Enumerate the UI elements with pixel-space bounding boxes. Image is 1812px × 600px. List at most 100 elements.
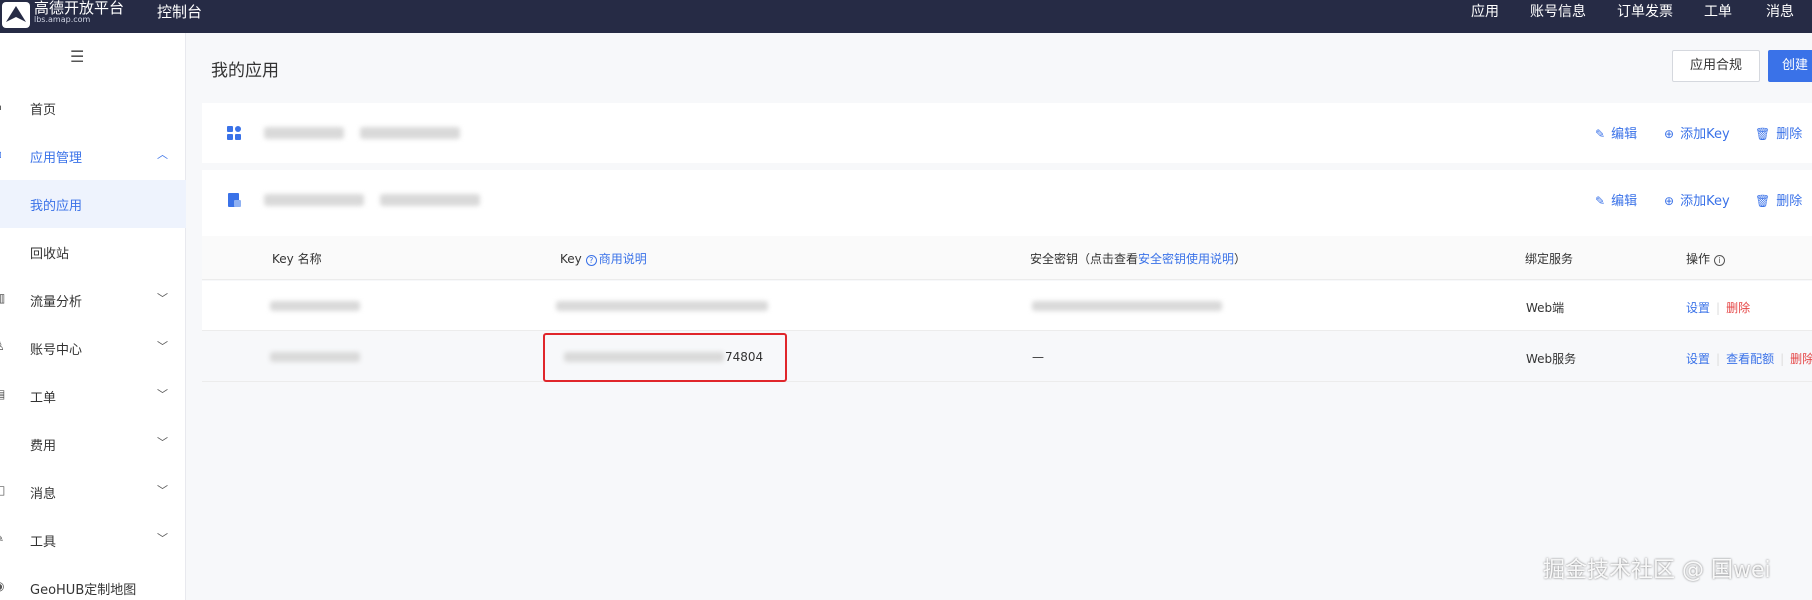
sidebar-item-account-center[interactable]: ♙ 账号中心 ﹀ (0, 324, 186, 372)
app-icon: ▫ (0, 147, 6, 161)
col-secret: 安全密钥（点击查看安全密钥使用说明） (1030, 250, 1246, 267)
redacted-app-type (360, 127, 460, 139)
sidebar-item-label: 消息 (30, 487, 57, 502)
sidebar-item-tools[interactable]: ✎ 工具 ﹀ (0, 516, 186, 564)
apps-grid-icon (226, 125, 242, 141)
col-secret-suffix: ） (1234, 252, 1247, 266)
chart-icon: ▥ (0, 291, 6, 305)
app-card: ✎ 编辑 ⊕ 添加Key 🗑 删除 (202, 170, 1812, 236)
help-icon: ? (585, 255, 597, 266)
app-doc-icon (226, 192, 242, 208)
sidebar-item-tickets[interactable]: ▤ 工单 ﹀ (0, 372, 186, 420)
sidebar-item-traffic-analysis[interactable]: ▥ 流量分析 ﹀ (0, 276, 186, 324)
redacted-app-type (380, 194, 480, 206)
redacted-key-name (270, 301, 360, 311)
add-circle-icon: ⊕ (1664, 194, 1675, 208)
fee-icon: ▯ (0, 435, 6, 449)
info-icon: i (1714, 255, 1726, 266)
delete-key-link[interactable]: 删除 (1790, 352, 1812, 366)
tool-icon: ✎ (0, 531, 6, 545)
edit-icon: ✎ (1595, 127, 1606, 141)
col-key-name: Key 名称 (272, 252, 322, 266)
redacted-secret (1032, 301, 1222, 311)
sidebar-item-messages[interactable]: ◫ 消息 ﹀ (0, 468, 186, 516)
edit-app-button[interactable]: ✎ 编辑 (1595, 190, 1637, 209)
amap-logo[interactable]: 高德开放平台 lbs.amap.com (0, 0, 130, 33)
chevron-up-icon: ︿ (157, 148, 168, 161)
settings-link[interactable]: 设置 (1686, 301, 1710, 315)
add-key-label: 添加Key (1680, 194, 1730, 209)
col-secret-label: 安全密钥（点击查看 (1030, 252, 1139, 266)
console-link[interactable]: 控制台 (157, 1, 202, 22)
chevron-down-icon: ﹀ (157, 436, 168, 449)
edit-app-button[interactable]: ✎ 编辑 (1595, 123, 1637, 142)
add-circle-icon: ⊕ (1664, 127, 1675, 141)
sidebar-item-label: 工具 (30, 535, 57, 550)
separator: | (1716, 301, 1721, 315)
top-navigation-bar: 高德开放平台 lbs.amap.com 控制台 应用 账号信息 订单发票 工单 … (0, 0, 1812, 33)
edit-label: 编辑 (1611, 194, 1638, 209)
bound-service: Web端 (1526, 301, 1565, 315)
redacted-key-name (270, 352, 360, 362)
edit-icon: ✎ (1595, 194, 1606, 208)
sidebar-subitem-recycle-bin[interactable]: 回收站 (0, 228, 186, 276)
watermark: 掘金技术社区 @ 国wei (1543, 558, 1771, 583)
sidebar-item-geohub[interactable]: ◉ GeoHUB定制地图 (0, 564, 186, 600)
view-quota-link[interactable]: 查看配额 (1726, 352, 1774, 366)
sidebar-item-label: 应用管理 (30, 151, 83, 166)
delete-app-button[interactable]: 🗑 删除 (1755, 123, 1802, 142)
sidebar-item-label: 我的应用 (30, 199, 83, 214)
secret-empty: — (1032, 350, 1044, 364)
message-icon: ◫ (0, 483, 6, 497)
delete-key-link[interactable]: 删除 (1726, 301, 1750, 315)
add-key-button[interactable]: ⊕ 添加Key (1664, 123, 1730, 142)
chevron-down-icon: ﹀ (157, 532, 168, 545)
sidebar-item-label: 费用 (30, 439, 57, 454)
add-key-button[interactable]: ⊕ 添加Key (1664, 190, 1730, 209)
app-compliance-button[interactable]: 应用合规 (1672, 50, 1760, 82)
chevron-down-icon: ﹀ (157, 340, 168, 353)
sidebar-item-app-management[interactable]: ▫ 应用管理 ︿ (0, 132, 186, 180)
sidebar-item-label: 首页 (30, 103, 57, 118)
delete-label: 删除 (1776, 194, 1803, 209)
amap-logo-icon (2, 2, 30, 28)
sidebar-item-fees[interactable]: ▯ 费用 ﹀ (0, 420, 186, 468)
edit-label: 编辑 (1611, 127, 1638, 142)
col-key: Key? 商用说明 (560, 250, 647, 267)
nav-messages[interactable]: 消息 (1766, 1, 1794, 21)
add-key-label: 添加Key (1680, 127, 1730, 142)
menu-toggle-icon[interactable]: ☰ (70, 47, 84, 66)
table-row: 74804 — Web服务 设置 | 查看配额 | 删除 (202, 332, 1812, 382)
map-icon: ◉ (0, 579, 6, 593)
secret-usage-link[interactable]: 安全密钥使用说明 (1138, 252, 1234, 266)
separator: | (1780, 352, 1785, 366)
sidebar: ☰ ⌂ 首页 ▫ 应用管理 ︿ 我的应用 回收站 ▥ 流量分析 ﹀ ♙ 账号中心… (0, 33, 186, 600)
ticket-icon: ▤ (0, 387, 6, 401)
redacted-key-value (556, 301, 768, 311)
chevron-down-icon: ﹀ (157, 484, 168, 497)
commercial-note-link[interactable]: 商用说明 (599, 252, 647, 266)
row-actions: 设置 | 查看配额 | 删除 (1686, 350, 1812, 367)
chevron-down-icon: ﹀ (157, 292, 168, 305)
trash-icon: 🗑 (1755, 194, 1771, 208)
nav-orders-invoices[interactable]: 订单发票 (1617, 1, 1673, 21)
home-icon: ⌂ (0, 99, 6, 113)
delete-label: 删除 (1776, 127, 1803, 142)
redacted-app-name (264, 194, 364, 206)
sidebar-item-label: 工单 (30, 391, 57, 406)
sidebar-item-home[interactable]: ⌂ 首页 (0, 84, 186, 132)
nav-apps[interactable]: 应用 (1471, 1, 1499, 21)
sidebar-item-label: 账号中心 (30, 343, 83, 358)
settings-link[interactable]: 设置 (1686, 352, 1710, 366)
col-actions-label: 操作 (1686, 252, 1711, 266)
delete-app-button[interactable]: 🗑 删除 (1755, 190, 1802, 209)
key-table-header: Key 名称 Key? 商用说明 安全密钥（点击查看安全密钥使用说明） 绑定服务 … (202, 236, 1812, 280)
chevron-down-icon: ﹀ (157, 388, 168, 401)
nav-tickets[interactable]: 工单 (1704, 1, 1732, 21)
nav-account-info[interactable]: 账号信息 (1530, 1, 1586, 21)
sidebar-item-label: 回收站 (30, 247, 70, 262)
create-app-button[interactable]: 创建 (1768, 50, 1812, 82)
col-key-label: Key (560, 252, 582, 266)
sidebar-item-label: GeoHUB定制地图 (30, 583, 137, 598)
sidebar-subitem-my-apps[interactable]: 我的应用 (0, 180, 186, 228)
